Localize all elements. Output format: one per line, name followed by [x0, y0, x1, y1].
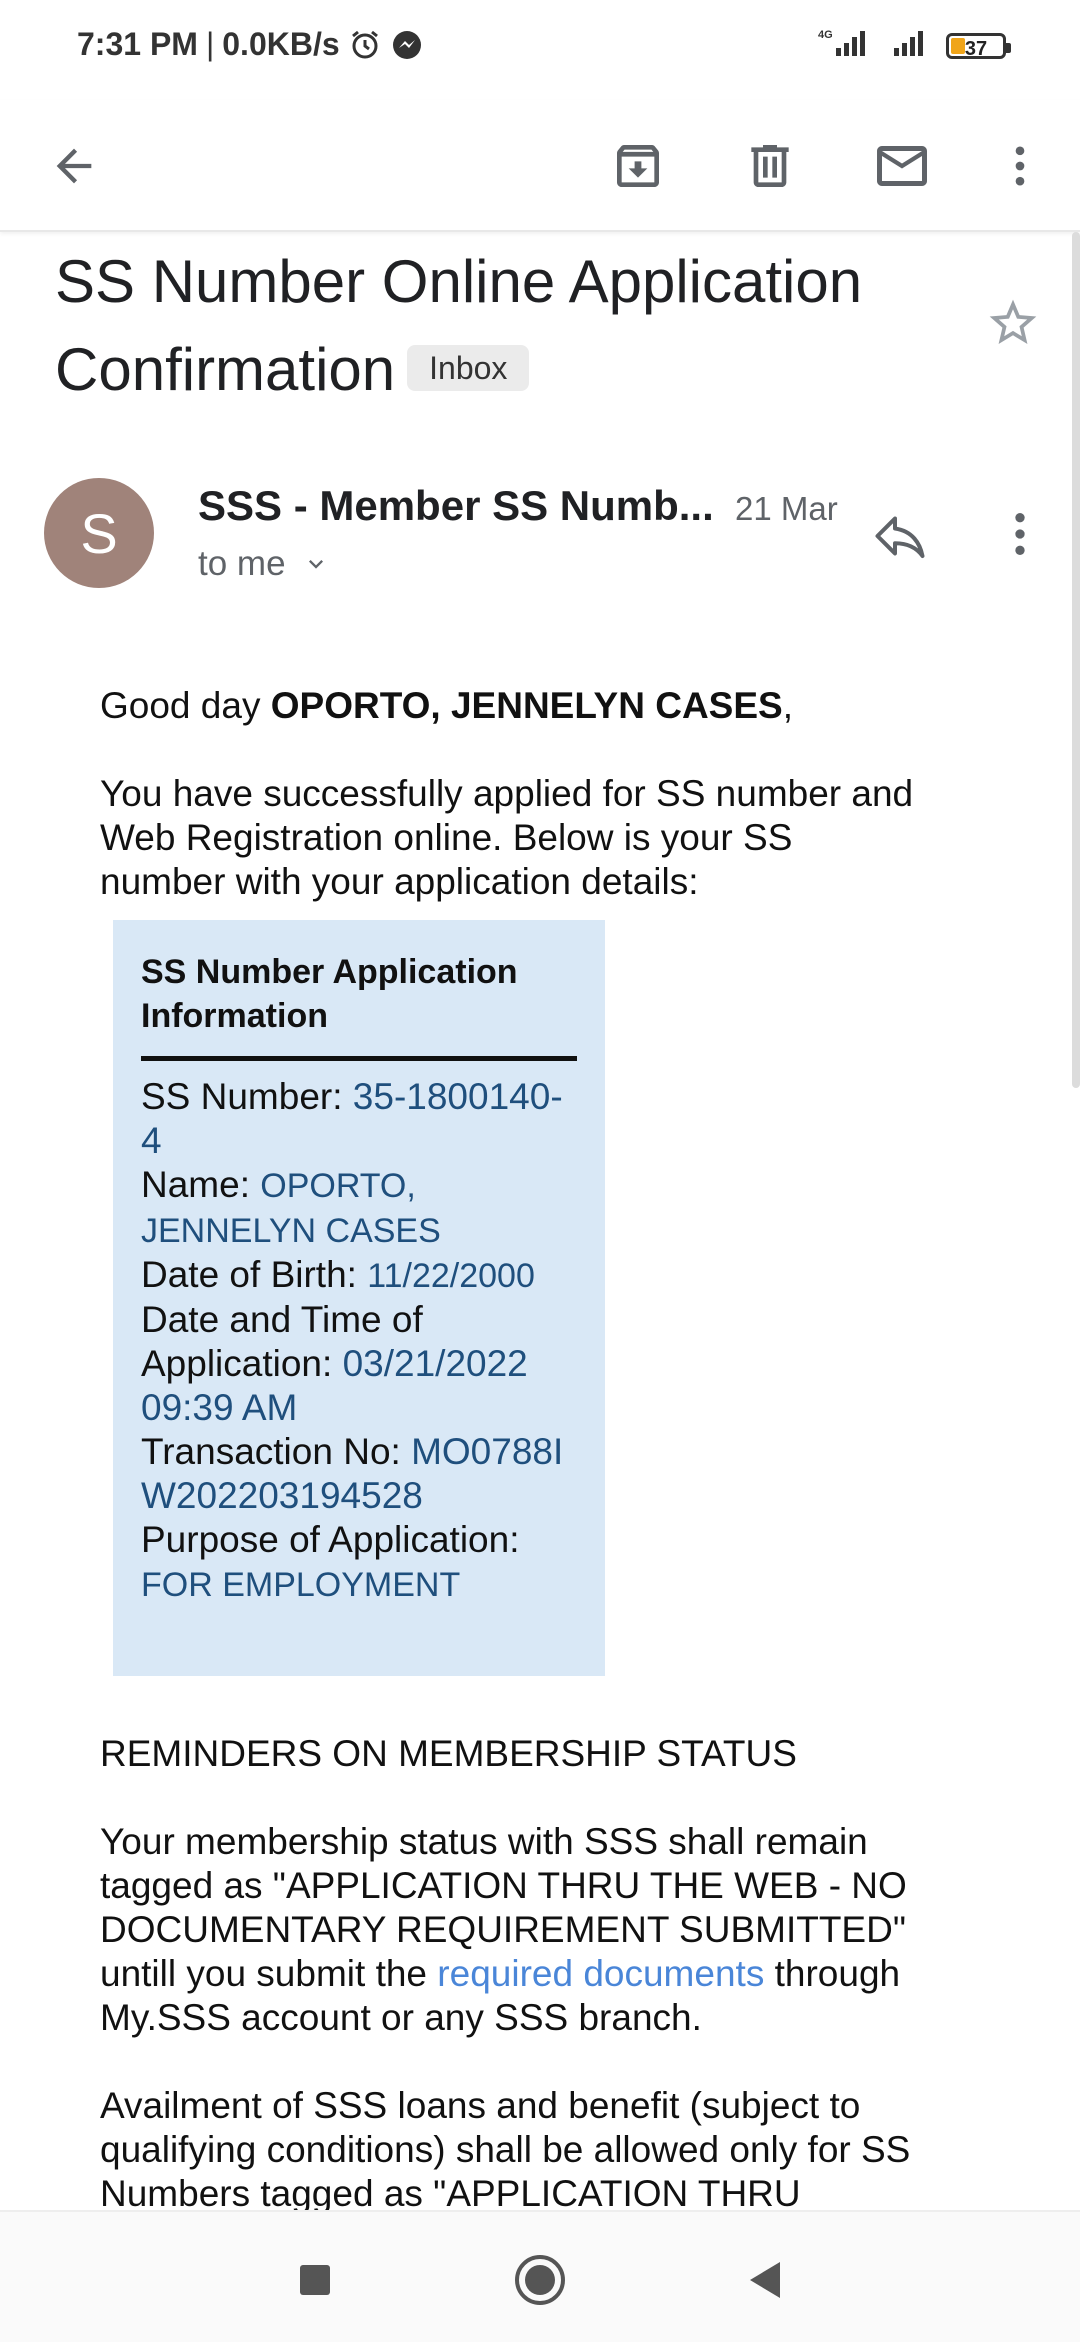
more-vert-icon — [1015, 146, 1025, 186]
back-button[interactable] — [36, 128, 112, 204]
subject-line-1: SS Number Online Application — [55, 248, 863, 315]
delete-button[interactable] — [732, 128, 808, 204]
triangle-back-icon — [750, 2262, 780, 2298]
more-options-button[interactable] — [982, 128, 1058, 204]
alarm-icon — [348, 28, 382, 62]
inbox-label-badge[interactable]: Inbox — [407, 345, 530, 392]
ss-number-row: SS Number: 35-1800140-4 — [141, 1075, 577, 1163]
purpose-value: FOR EMPLOYMENT — [141, 1566, 461, 1604]
transaction-row: Transaction No: MO0788IW202203194528 — [141, 1430, 577, 1518]
circle-icon — [515, 2255, 565, 2305]
application-info-box: SS Number Application Information SS Num… — [113, 920, 605, 1676]
name-row: Name: OPORTO, JENNELYN CASES — [141, 1163, 577, 1253]
archive-icon — [617, 145, 659, 187]
status-speed: 0.0KB/s — [222, 26, 340, 62]
mark-unread-button[interactable] — [864, 128, 940, 204]
reminders-heading: REMINDERS ON MEMBERSHIP STATUS — [100, 1733, 797, 1774]
battery-icon: 37 — [946, 32, 1011, 60]
scrollbar[interactable] — [1072, 232, 1080, 1088]
status-bar: 7:31 PM | 0.0KB/s 4G 37 — [0, 0, 1080, 96]
status-separator: | — [205, 26, 215, 62]
sender-name[interactable]: SSS - Member SS Numb... — [198, 482, 714, 530]
email-intro: You have successfully applied for SS num… — [100, 773, 914, 902]
message-more-button[interactable] — [1000, 506, 1040, 566]
recipient-details-toggle[interactable]: to me — [198, 544, 330, 584]
greeting-name: OPORTO, JENNELYN CASES — [270, 685, 783, 726]
arrow-back-icon — [56, 148, 92, 184]
purpose-row: Purpose of Application: FOR EMPLOYMENT — [141, 1518, 577, 1607]
application-datetime-row: Date and Time of Application: 03/21/2022… — [141, 1298, 577, 1430]
messenger-icon — [390, 28, 424, 62]
availment-paragraph: Availment of SSS loans and benefit (subj… — [100, 2085, 911, 2214]
info-box-title: SS Number Application Information — [141, 950, 577, 1061]
subject-line-2: Confirmation — [55, 336, 396, 403]
email-greeting: Good day OPORTO, JENNELYN CASES, — [100, 684, 920, 728]
nav-back-button[interactable] — [735, 2250, 795, 2310]
star-icon — [989, 299, 1037, 344]
battery-level: 37 — [964, 37, 988, 60]
name-label: Name: — [141, 1164, 261, 1205]
status-left: 7:31 PM | 0.0KB/s — [77, 26, 424, 63]
email-date: 21 Mar — [735, 490, 838, 527]
square-icon — [300, 2265, 330, 2295]
ss-number-label: SS Number: — [141, 1076, 353, 1117]
membership-status-paragraph: Your membership status with SSS shall re… — [100, 1820, 920, 2040]
dob-label: Date of Birth: — [141, 1254, 368, 1295]
email-toolbar — [0, 100, 1080, 232]
dob-value: 11/22/2000 — [367, 1257, 535, 1295]
home-button[interactable] — [510, 2250, 570, 2310]
transaction-label: Transaction No: — [141, 1431, 412, 1472]
email-subject: SS Number Online Application Confirmatio… — [55, 238, 935, 414]
required-documents-link[interactable]: required documents — [437, 1953, 764, 1994]
more-vert-icon — [1015, 513, 1025, 555]
status-time: 7:31 PM — [77, 26, 198, 62]
sender-row: S SSS - Member SS Numb... 21 Mar to me — [0, 478, 1080, 608]
avatar[interactable]: S — [44, 478, 154, 588]
svg-text:4G: 4G — [818, 29, 833, 41]
archive-button[interactable] — [600, 128, 676, 204]
dob-row: Date of Birth: 11/22/2000 — [141, 1253, 577, 1298]
reply-button[interactable] — [870, 506, 940, 566]
status-right: 4G 37 — [814, 28, 1011, 63]
info-box-body: SS Number: 35-1800140-4 Name: OPORTO, JE… — [141, 1075, 577, 1607]
greeting-suffix: , — [782, 685, 793, 726]
star-button[interactable] — [985, 295, 1041, 356]
trash-icon — [751, 145, 789, 187]
purpose-label: Purpose of Application: — [141, 1519, 520, 1560]
greeting-prefix: Good day — [100, 685, 271, 726]
system-nav-bar — [0, 2210, 1080, 2342]
signal-icon — [890, 28, 930, 63]
network-icon: 4G — [814, 28, 874, 63]
reply-icon — [875, 516, 925, 558]
recipient-label: to me — [198, 544, 286, 583]
mail-icon — [877, 146, 927, 186]
chevron-down-icon — [308, 560, 323, 569]
recents-button[interactable] — [285, 2250, 345, 2310]
